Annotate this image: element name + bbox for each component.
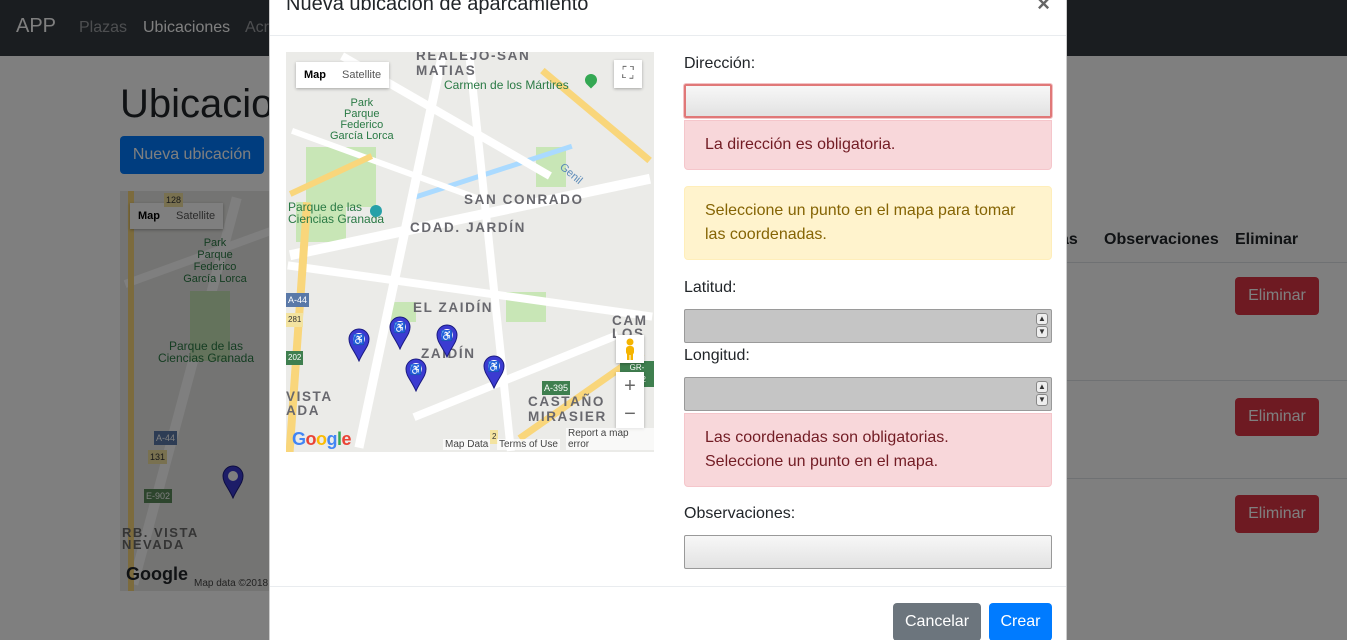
parking-marker-icon[interactable]: ♿ — [405, 358, 427, 392]
map-data-link[interactable]: Map Data — [443, 439, 491, 450]
observaciones-input[interactable] — [684, 535, 1052, 569]
map-road-281: 281 — [286, 313, 304, 327]
map-type-satellite-button[interactable]: Satellite — [334, 62, 389, 88]
museum-marker-icon[interactable] — [370, 205, 382, 217]
fullscreen-icon[interactable]: ⛶ — [614, 60, 642, 88]
google-logo: Google — [292, 429, 352, 449]
pegman-icon[interactable] — [616, 335, 644, 363]
stepper-up-icon[interactable]: ▲ — [1036, 313, 1048, 325]
map-label-realejo: REALEJO-SAN MATIAS — [416, 52, 531, 78]
stepper-down-icon[interactable]: ▼ — [1036, 394, 1048, 406]
stepper-up-icon[interactable]: ▲ — [1036, 381, 1048, 393]
map-label-castano: CASTAÑO MIRASIER — [528, 394, 607, 424]
svg-text:♿: ♿ — [488, 360, 500, 373]
park-marker-icon[interactable] — [582, 71, 600, 89]
map-road-a44: A-44 — [286, 293, 310, 307]
zoom-out-icon[interactable]: − — [616, 400, 644, 428]
cancel-button[interactable]: Cancelar — [893, 603, 981, 640]
map-road-202: 202 — [286, 351, 304, 365]
coords-error-alert: Las coordenadas son obligatorias. Selecc… — [684, 413, 1052, 487]
direccion-error-alert: La dirección es obligatoria. — [684, 120, 1052, 170]
parking-marker-icon[interactable]: ♿ — [436, 324, 458, 358]
direccion-label: Dirección: — [684, 55, 756, 72]
parking-marker-icon[interactable]: ♿ — [348, 328, 370, 362]
map-road-a395: A-395 — [542, 381, 571, 395]
modal-footer-divider — [270, 586, 1066, 587]
create-button[interactable]: Crear — [989, 603, 1052, 640]
close-icon[interactable]: × — [1037, 0, 1050, 17]
observaciones-label: Observaciones: — [684, 505, 796, 522]
svg-text:♿: ♿ — [353, 333, 365, 346]
latitud-input[interactable]: ▲ ▼ — [684, 309, 1052, 343]
zoom-control: + − — [616, 372, 644, 428]
latitud-label: Latitud: — [684, 279, 737, 296]
latitud-stepper[interactable]: ▲ ▼ — [1036, 313, 1048, 339]
terms-of-use-link[interactable]: Terms of Use — [497, 439, 560, 450]
map-label-carmen: Carmen de los Mártires — [444, 78, 569, 92]
longitud-input[interactable]: ▲ ▼ — [684, 377, 1052, 411]
svg-text:♿: ♿ — [410, 363, 422, 376]
parking-marker-icon[interactable]: ♿ — [389, 316, 411, 350]
modal-title: Nueva ubicación de aparcamiento — [286, 0, 589, 15]
longitud-label: Longitud: — [684, 347, 750, 364]
location-map[interactable]: REALEJO-SAN MATIAS Carmen de los Mártire… — [286, 52, 654, 452]
map-type-control[interactable]: Map Satellite — [296, 62, 390, 88]
map-label-san-conrado: SAN CONRADO — [464, 192, 584, 207]
svg-text:♿: ♿ — [394, 321, 406, 334]
new-location-modal: Nueva ubicación de aparcamiento × REALEJ… — [269, 0, 1067, 640]
svg-text:♿: ♿ — [441, 329, 453, 342]
report-map-error-link[interactable]: Report a map error — [566, 428, 654, 450]
longitud-stepper[interactable]: ▲ ▼ — [1036, 381, 1048, 407]
parking-marker-icon[interactable]: ♿ — [483, 355, 505, 389]
map-label-park: Park Parque Federico García Lorca — [330, 97, 394, 142]
map-type-map-button[interactable]: Map — [296, 62, 334, 88]
zoom-in-icon[interactable]: + — [616, 372, 644, 400]
direccion-input[interactable] — [684, 84, 1052, 118]
map-label-cdad-jardin: CDAD. JARDÍN — [410, 220, 526, 235]
map-label-el-zaidin: EL ZAIDÍN — [413, 300, 494, 315]
map-label-vista: VISTA ADA — [286, 389, 333, 418]
stepper-down-icon[interactable]: ▼ — [1036, 326, 1048, 338]
modal-header-divider — [270, 35, 1066, 36]
map-hint-alert: Seleccione un punto en el mapa para toma… — [684, 186, 1052, 260]
